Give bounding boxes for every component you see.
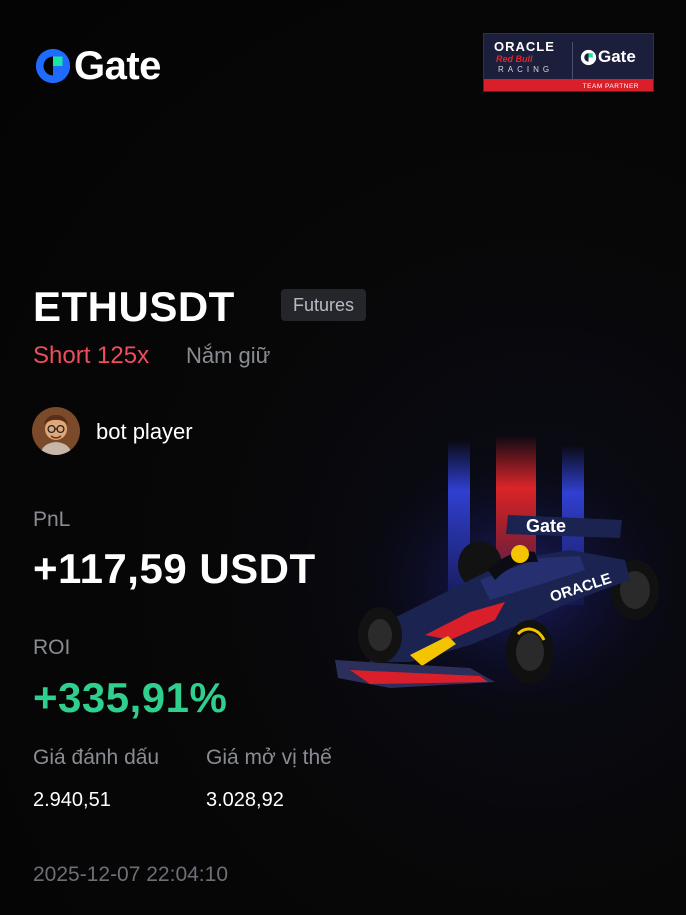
partner-divider <box>572 42 573 80</box>
partner-redbull: Red Bull <box>496 54 533 64</box>
partner-gate-text: Gate <box>598 47 636 66</box>
logo-text: Gate <box>74 44 161 88</box>
partner-badge: ORACLE Red Bull RACING Gate TEAM PARTNER <box>483 33 654 92</box>
partner-oracle: ORACLE <box>494 39 555 54</box>
gate-logo-icon <box>580 49 597 65</box>
partner-strip-text: TEAM PARTNER <box>582 83 639 90</box>
partner-strip: TEAM PARTNER <box>484 79 653 91</box>
pnl-label: PnL <box>33 508 71 531</box>
roi-label: ROI <box>33 636 71 659</box>
partner-gate-logo: Gate <box>580 47 636 67</box>
mark-price-value: 2.940,51 <box>33 789 111 811</box>
entry-price-value: 3.028,92 <box>206 789 284 811</box>
share-card: Gate ORACLE Red Bull RACING Gate TEAM PA… <box>0 0 686 915</box>
market-tag: Futures <box>281 289 366 321</box>
pnl-value: +117,59 USDT <box>33 545 316 592</box>
user-avatar <box>32 407 80 455</box>
username: bot player <box>96 419 193 444</box>
f1-car-illustration: Gate ORACLE <box>330 430 670 710</box>
position-status: Nắm giữ <box>186 343 271 368</box>
roi-value: +335,91% <box>33 674 228 721</box>
partner-racing: RACING <box>498 65 554 74</box>
position-direction: Short 125x <box>33 342 150 369</box>
car-sponsor-text: Gate <box>526 516 566 536</box>
timestamp: 2025-12-07 22:04:10 <box>33 863 228 886</box>
avatar-icon <box>32 407 80 455</box>
gate-logo: Gate <box>34 46 161 86</box>
gate-logo-icon <box>35 48 71 84</box>
driver-helmet <box>511 545 529 563</box>
mark-price-label: Giá đánh dấu <box>33 746 160 769</box>
entry-price-label: Giá mở vị thế <box>206 746 332 769</box>
trading-pair: ETHUSDT <box>33 283 235 330</box>
